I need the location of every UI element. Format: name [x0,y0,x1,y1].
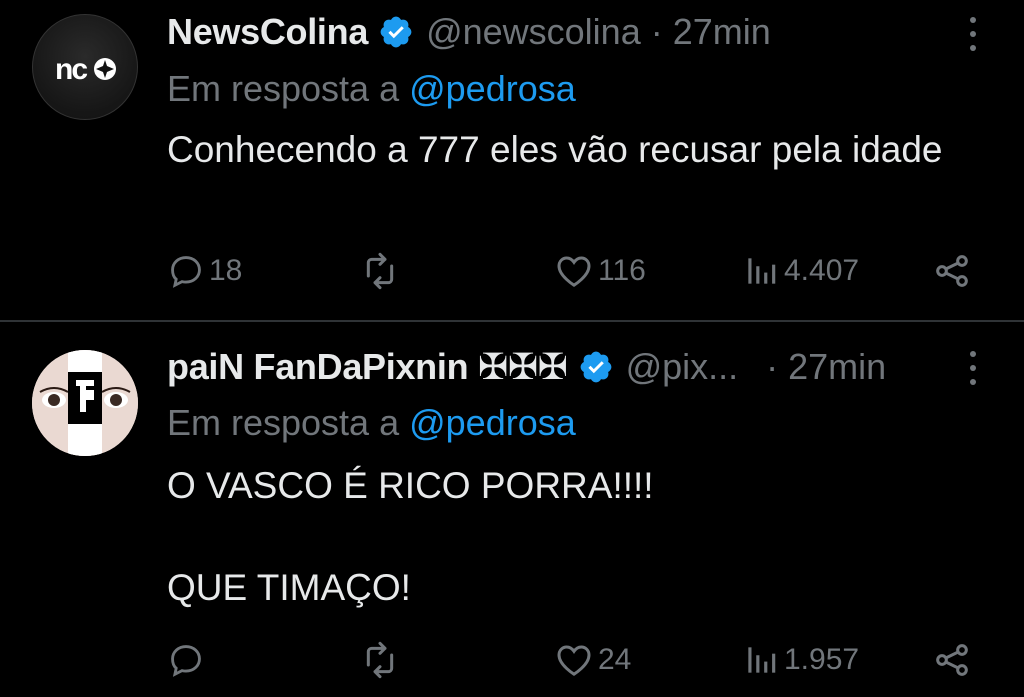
tweet[interactable]: paiN FanDaPixnin ✠✠✠ @pix... · 27min Em … [0,322,1024,697]
reply-context: Em resposta a @pedrosa [167,68,576,110]
reply-button[interactable]: 18 [167,246,242,296]
tweet-header: NewsColina @newscolina · 27min [167,9,771,55]
action-bar: 24 1.957 [0,635,1024,685]
timestamp[interactable]: · 27min [651,11,771,53]
views-icon [748,258,776,284]
share-icon [936,255,968,287]
verified-badge-icon [580,351,611,383]
views-button[interactable]: 1.957 [742,635,859,685]
author-name[interactable]: NewsColina [167,11,368,53]
views-count: 4.407 [784,254,860,287]
author-handle[interactable]: @newscolina [426,11,641,53]
reply-prefix: Em resposta a [167,68,410,109]
retweet-button[interactable] [360,635,404,685]
reply-mention-link[interactable]: @pedrosa [409,68,576,109]
tweet-header: paiN FanDaPixnin ✠✠✠ @pix... · 27min [167,344,886,390]
timestamp[interactable]: · 27min [766,346,886,388]
reply-icon [171,645,201,677]
tweet-text: Conhecendo a 777 eles vão recusar pela i… [167,129,943,170]
views-icon [748,647,776,673]
author-handle[interactable]: @pix... [626,346,739,388]
newscolina-logo: nc [55,53,116,86]
like-button[interactable]: 116 [554,246,646,296]
verified-badge-icon [380,16,412,48]
views-button[interactable]: 4.407 [742,246,859,296]
reply-count: 18 [209,254,243,287]
reply-prefix: Em resposta a [167,402,410,443]
views-count: 1.957 [784,643,860,676]
retweet-icon [366,641,394,679]
like-icon [557,645,591,676]
tweet-text: O VASCO É RICO PORRA!!!! QUE TIMAÇO! [167,465,654,608]
share-icon [936,644,968,676]
like-icon [557,256,591,287]
reply-context: Em resposta a @pedrosa [167,402,576,444]
more-icon[interactable] [966,348,980,388]
action-bar: 18 116 4.407 [0,246,1024,296]
svg-text:nc: nc [55,53,87,86]
reply-button[interactable] [167,635,209,685]
avatar[interactable] [32,350,138,456]
retweet-button[interactable] [360,246,404,296]
retweet-icon [366,252,394,290]
like-button[interactable]: 24 [554,635,631,685]
avatar-image [32,350,138,456]
author-name[interactable]: paiN FanDaPixnin ✠✠✠ [167,346,568,388]
share-button[interactable] [932,246,972,296]
like-count: 24 [598,643,632,676]
like-count: 116 [598,254,646,287]
share-button[interactable] [932,635,972,685]
reply-mention-link[interactable]: @pedrosa [409,402,576,443]
tweet[interactable]: nc NewsColina @newscolina · 27min Em res… [0,0,1024,320]
avatar[interactable]: nc [32,14,138,120]
reply-icon [171,256,201,288]
more-icon[interactable] [966,14,980,54]
